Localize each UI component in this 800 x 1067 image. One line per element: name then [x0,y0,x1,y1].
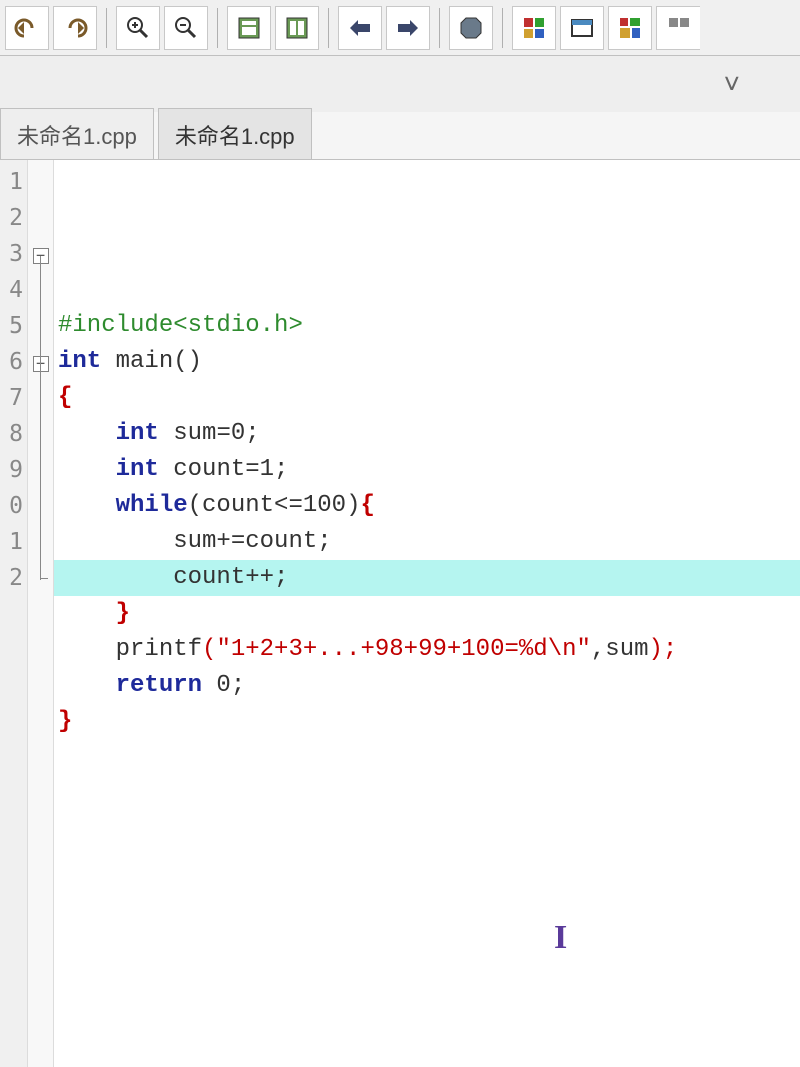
line-number: 2 [0,200,23,236]
code-token: sum+=count; [173,528,331,555]
code-token: } [58,708,72,735]
code-token: int [58,348,101,375]
stop-icon [459,16,483,40]
layout-split-icon [285,16,309,40]
fold-gutter: − − [28,160,54,1067]
code-token: main() [101,348,202,375]
layout-single-button[interactable] [227,6,271,50]
code-token: { [58,384,72,411]
redo-button[interactable] [53,6,97,50]
window-button[interactable] [560,6,604,50]
more-button[interactable] [656,6,700,50]
code-token: ( [188,492,202,519]
code-token [58,492,116,519]
code-token: count<=100 [202,492,346,519]
line-number: 7 [0,380,23,416]
line-number: 3 [0,236,23,272]
code-token: ( [202,636,216,663]
undo-button[interactable] [5,6,49,50]
main-toolbar [0,0,800,56]
tiles-color-icon [618,16,642,40]
zoom-in-icon [125,15,151,41]
code-token [58,420,116,447]
zoom-out-icon [173,15,199,41]
code-token: printf [116,636,202,663]
nav-forward-button[interactable] [386,6,430,50]
zoom-out-button[interactable] [164,6,208,50]
code-token [58,564,173,591]
nav-back-button[interactable] [338,6,382,50]
code-token: { [360,492,374,519]
line-number-gutter: 1 2 3 4 5 6 7 8 9 0 1 2 [0,160,28,1067]
code-token: "1+2+3+...+98+99+100=%d\n" [216,636,590,663]
redo-icon [62,18,88,38]
code-token: int [116,420,159,447]
file-tab[interactable]: 未命名1.cpp [0,108,154,159]
code-token: } [116,600,130,627]
line-number: 5 [0,308,23,344]
tiles-color-button[interactable] [608,6,652,50]
line-number: 8 [0,416,23,452]
code-token: count=1; [159,456,289,483]
zoom-in-button[interactable] [116,6,160,50]
line-number: 1 [0,164,23,200]
layout-split-button[interactable] [275,6,319,50]
code-token: return [116,672,202,699]
code-token: ,sum [591,636,649,663]
code-token [58,528,173,555]
code-token: while [116,492,188,519]
line-number: 1 [0,524,23,560]
grid-color-button[interactable] [512,6,556,50]
code-token: 0; [202,672,245,699]
code-line: #include<stdio.h> [58,312,303,339]
code-token: sum=0; [159,420,260,447]
window-icon [570,16,594,40]
code-token [58,672,116,699]
undo-icon [14,18,40,38]
code-token: ) [346,492,360,519]
line-number: 2 [0,560,23,596]
chevron-down-icon[interactable]: ˅ [724,68,740,100]
nav-forward-icon [396,18,420,38]
text-cursor-icon: I [554,920,567,956]
line-number: 0 [0,488,23,524]
sub-toolbar: ˅ [0,56,800,112]
code-token: int [116,456,159,483]
code-editor[interactable]: 1 2 3 4 5 6 7 8 9 0 1 2 − − #include<std… [0,160,800,1067]
code-token [58,600,116,627]
line-number: 9 [0,452,23,488]
file-tab[interactable]: 未命名1.cpp [158,108,312,159]
code-area[interactable]: #include<stdio.h> int main() { int sum=0… [54,160,800,1067]
code-token: ); [649,636,678,663]
code-token [58,636,116,663]
layout-single-icon [237,16,261,40]
line-number: 6 [0,344,23,380]
stop-button[interactable] [449,6,493,50]
file-tabs: 未命名1.cpp 未命名1.cpp [0,112,800,160]
more-icon [667,16,691,40]
nav-back-icon [348,18,372,38]
line-number: 4 [0,272,23,308]
code-token: count++; [173,564,288,591]
grid-color-icon [522,16,546,40]
code-token [58,456,116,483]
